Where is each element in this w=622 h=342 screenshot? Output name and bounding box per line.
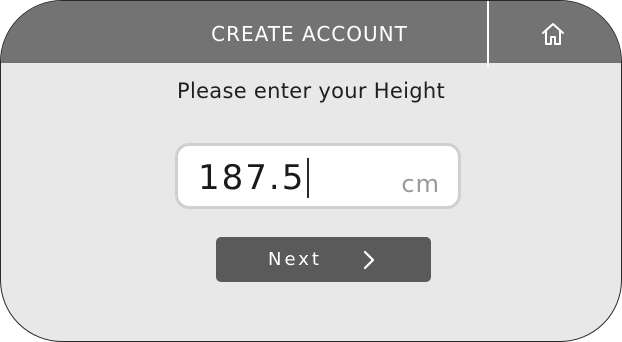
- height-input[interactable]: 187.5 cm: [175, 143, 461, 209]
- height-unit: cm: [401, 170, 440, 198]
- home-button[interactable]: [489, 1, 621, 63]
- create-account-screen: CREATE ACCOUNT Please enter your Height …: [0, 0, 622, 342]
- header-bar: CREATE ACCOUNT: [1, 1, 621, 67]
- text-caret: [307, 158, 310, 198]
- height-value-display: 187.5: [198, 158, 310, 198]
- home-icon: [542, 23, 564, 45]
- chevron-right-icon: [363, 250, 375, 270]
- next-button[interactable]: Next: [216, 237, 431, 282]
- page-title: CREATE ACCOUNT: [211, 22, 408, 46]
- height-prompt: Please enter your Height: [176, 79, 446, 103]
- height-value: 187.5: [198, 158, 306, 198]
- next-button-label: Next: [268, 249, 322, 270]
